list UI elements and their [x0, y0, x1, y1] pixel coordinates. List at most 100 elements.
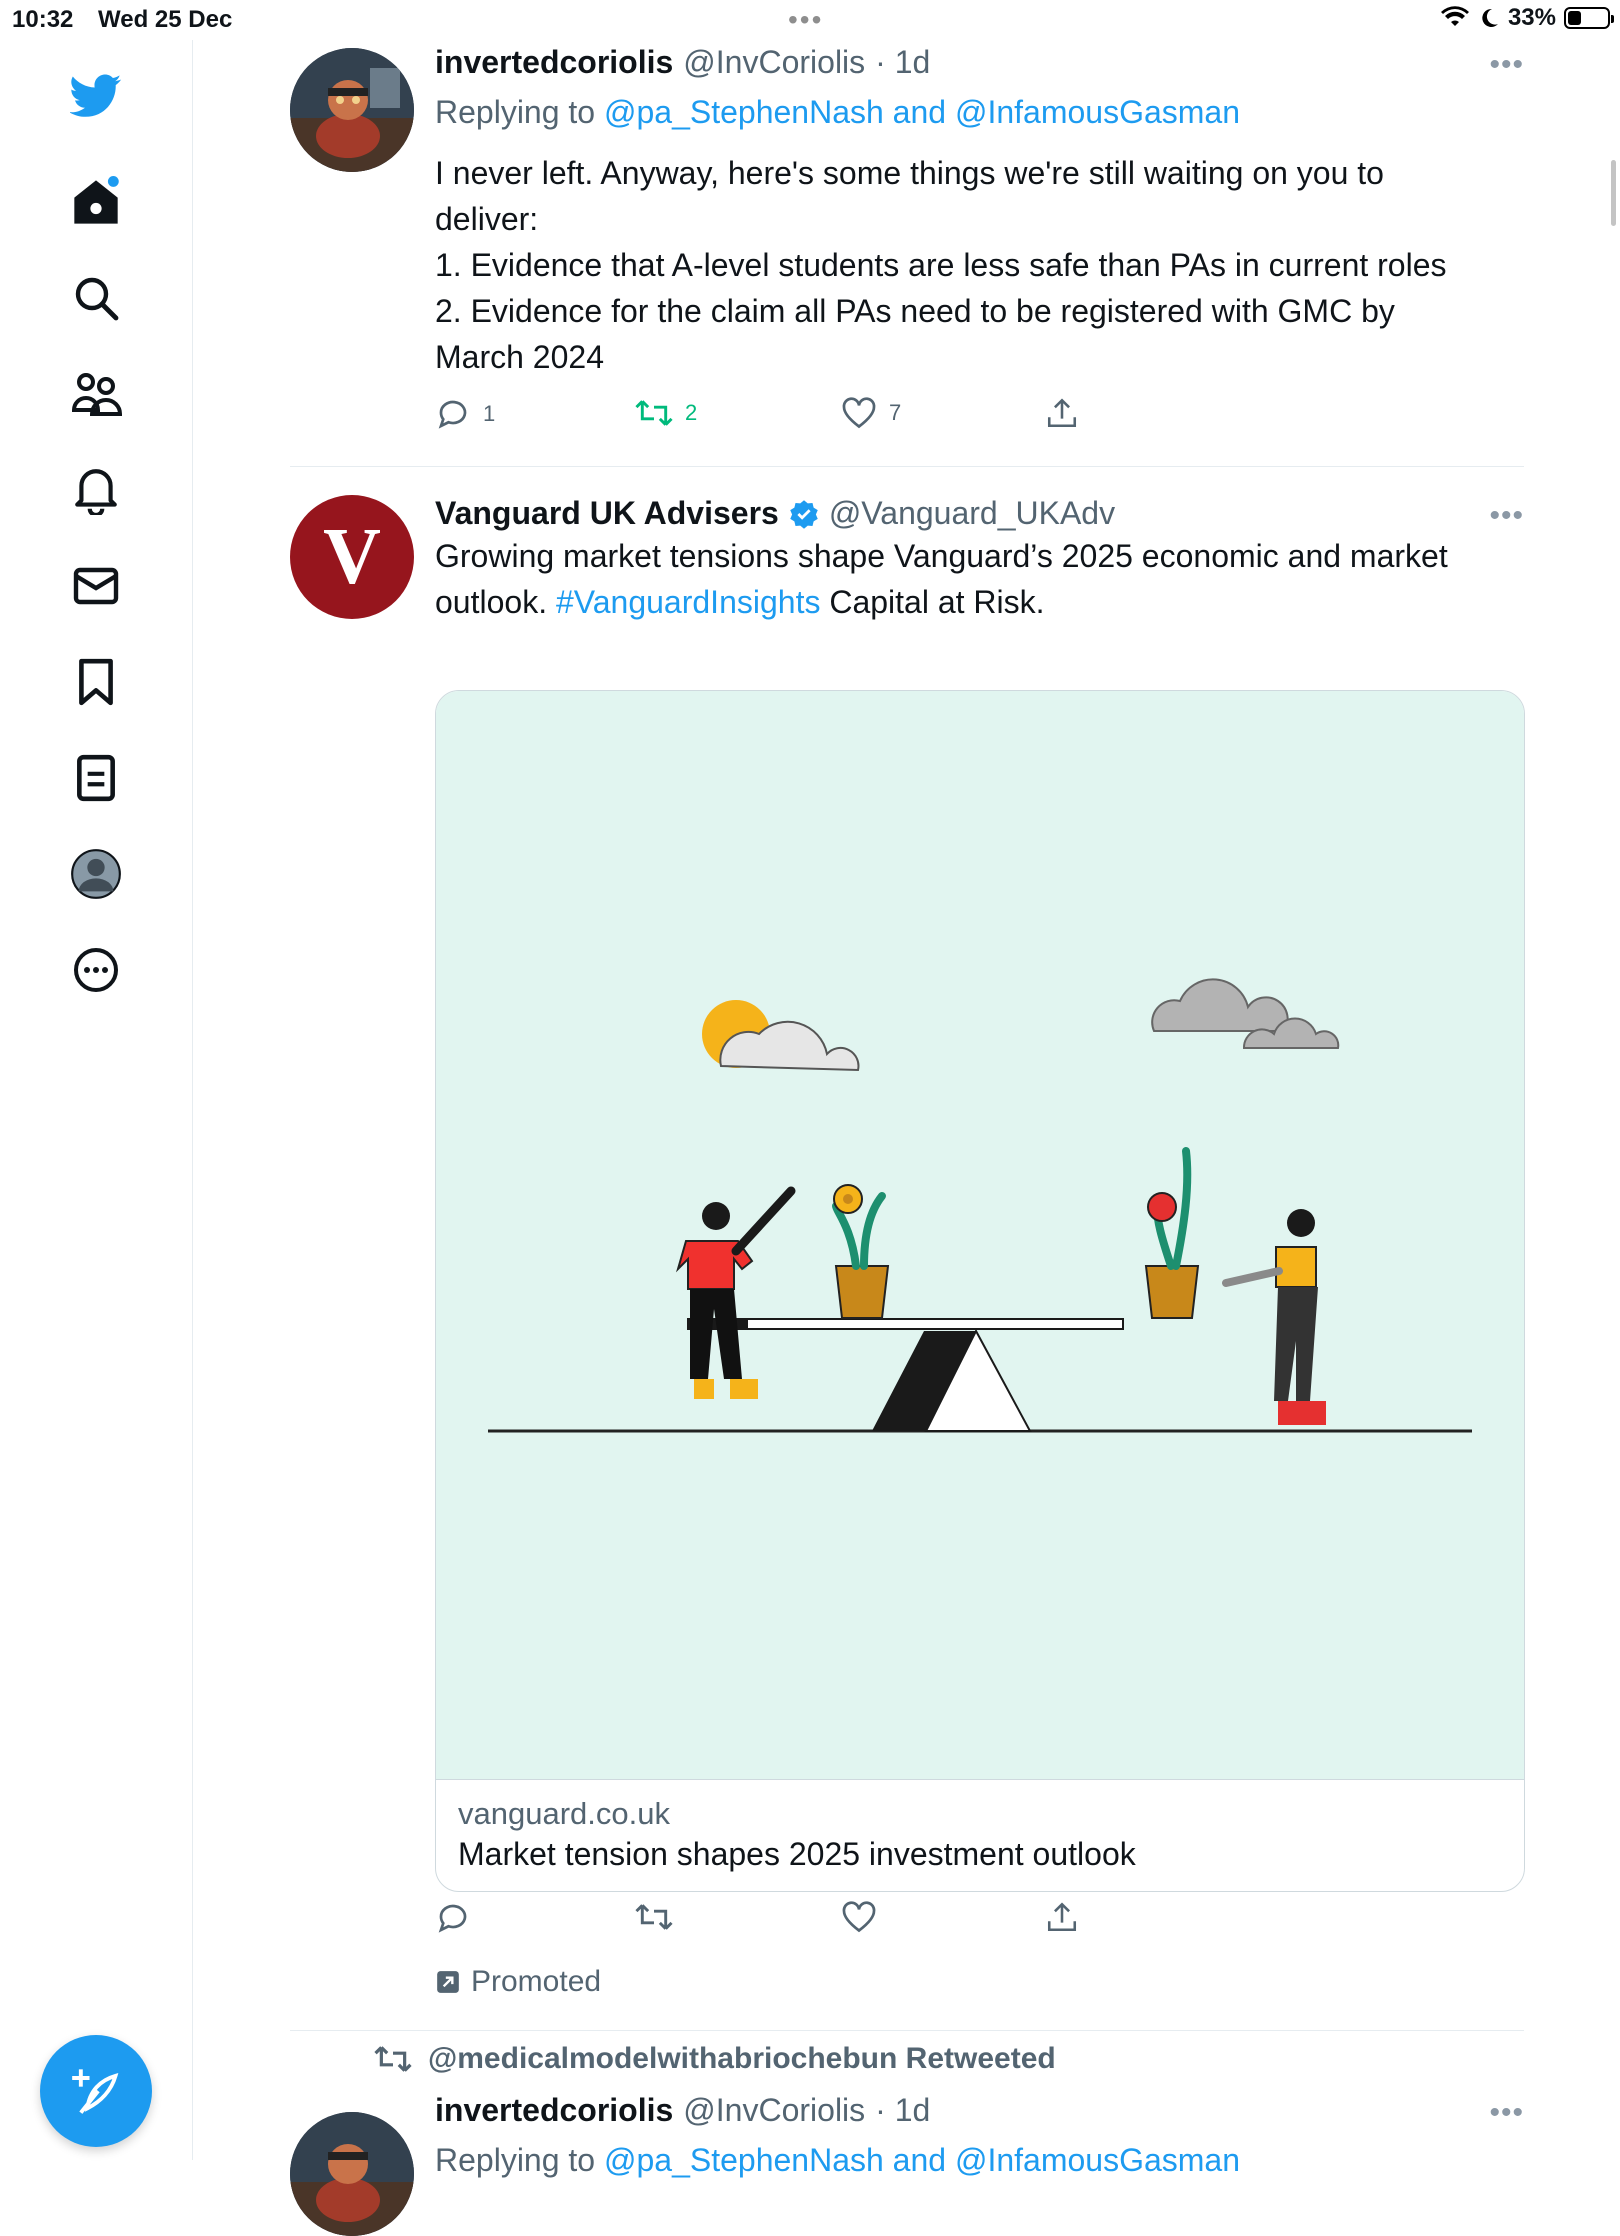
flower [1147, 1192, 1177, 1222]
people-icon[interactable] [64, 362, 128, 426]
tweet-text-part: Capital at Risk. [820, 584, 1045, 620]
more-circle-icon[interactable] [64, 938, 128, 1002]
share-icon [1047, 398, 1077, 428]
tweet-text: I never left. Anyway, here's some things… [435, 150, 1525, 380]
person-legs [1274, 1287, 1318, 1401]
reply-icon [438, 400, 467, 429]
display-name[interactable]: invertedcoriolis [435, 2092, 673, 2129]
wifi-icon [1440, 6, 1469, 26]
compose-button[interactable] [40, 2035, 152, 2147]
reply-context: Replying to @pa_StephenNash and @Infamou… [435, 94, 1240, 131]
home-icon[interactable] [64, 170, 128, 234]
tweet-text-line: March 2024 [435, 339, 604, 375]
link-card[interactable]: vanguard.co.uk Market tension shapes 202… [435, 690, 1525, 1892]
reply-prefix: Replying to [435, 2142, 596, 2178]
more-options-icon[interactable]: ••• [1489, 499, 1524, 533]
person-arm [1222, 1267, 1283, 1287]
avatar-icon[interactable] [64, 842, 128, 906]
promoted-text: Promoted [471, 1965, 602, 1998]
handle[interactable]: @Vanguard_UKAdv [829, 495, 1115, 532]
timestamp[interactable]: · 1d [875, 44, 930, 81]
heart-icon [842, 397, 876, 429]
bird-icon[interactable] [64, 64, 128, 128]
share-button[interactable] [1045, 1900, 1079, 1934]
vanguard-logo-letter: V [323, 512, 381, 601]
person-shoe [730, 1379, 758, 1399]
more-options-icon[interactable]: ••• [1489, 2096, 1524, 2130]
like-count: 7 [889, 400, 902, 425]
battery-icon [1564, 7, 1614, 29]
retweet-icon [635, 1904, 673, 1930]
list-icon[interactable] [64, 746, 128, 810]
reply-count: 1 [483, 401, 496, 426]
more-options-icon[interactable]: ••• [1489, 48, 1524, 82]
flower-center [843, 1194, 853, 1204]
retweet-button[interactable]: 2 [635, 396, 697, 430]
battery-percent: 33% [1507, 4, 1556, 31]
reply-icon [438, 1904, 467, 1933]
person-head [1287, 1209, 1315, 1237]
search-icon[interactable] [64, 266, 128, 330]
status-bar: 10:32 Wed 25 Dec ••• 33% [0, 0, 1620, 40]
avatar[interactable] [290, 48, 414, 172]
verified-badge-icon [790, 499, 818, 529]
promoted-label: Promoted [435, 1965, 601, 1999]
moon-icon [1482, 8, 1498, 27]
status-right: 33% [1440, 4, 1614, 32]
retweeted-by[interactable]: @medicalmodelwithabriochebun Retweeted [428, 2042, 1056, 2076]
share-icon [1047, 1902, 1077, 1932]
plank [687, 1318, 1124, 1330]
reply-users-link[interactable]: @pa_StephenNash and @InfamousGasman [604, 94, 1240, 130]
divider [290, 466, 1524, 467]
sidebar [0, 40, 193, 2160]
divider [290, 2030, 1524, 2031]
person-head [702, 1202, 730, 1230]
tweet-actions: 1 2 7 [435, 396, 1135, 436]
multitasking-dots-icon[interactable]: ••• [788, 4, 823, 36]
reply-context: Replying to @pa_StephenNash and @Infamou… [435, 2142, 1240, 2179]
handle[interactable]: @InvCoriolis [683, 44, 865, 81]
handle[interactable]: @InvCoriolis [683, 2092, 865, 2129]
display-name[interactable]: invertedcoriolis [435, 44, 673, 81]
card-domain: vanguard.co.uk [458, 1796, 670, 1831]
person-shoe [694, 1379, 714, 1399]
timestamp[interactable]: · 1d [875, 2092, 930, 2129]
tweet-text-line: 1. Evidence that A-level students are le… [435, 247, 1447, 283]
person-arm [731, 1186, 796, 1256]
tweet-header: Vanguard UK Advisers @Vanguard_UKAdv [435, 495, 1115, 532]
tweet-text: Growing market tensions shape Vanguard’s… [435, 533, 1525, 625]
avatar[interactable]: V [290, 495, 414, 619]
tweet-text-line: I never left. Anyway, here's some things… [435, 155, 1384, 191]
feather-plus-icon [72, 2069, 119, 2114]
like-button[interactable]: 7 [841, 396, 901, 430]
tweet-text-line: 2. Evidence for the claim all PAs need t… [435, 293, 1395, 329]
display-name[interactable]: Vanguard UK Advisers [435, 495, 779, 532]
person-shoe [1278, 1401, 1304, 1425]
scrollbar[interactable] [1611, 160, 1616, 226]
tweet-text-line-2: outlook. #VanguardInsights Capital at Ri… [435, 579, 1525, 625]
status-date: Wed 25 Dec [98, 6, 233, 33]
tweet-text-part: outlook. [435, 584, 556, 620]
like-button[interactable] [841, 1900, 877, 1934]
tweet-actions [435, 1900, 1135, 1940]
hashtag-link[interactable]: #VanguardInsights [556, 584, 820, 620]
tweet-header: invertedcoriolis @InvCoriolis · 1d [435, 44, 930, 81]
cloud-shape [1151, 978, 1289, 1032]
retweet-context: @medicalmodelwithabriochebun Retweeted [374, 2042, 1056, 2076]
bell-icon[interactable] [64, 458, 128, 522]
mail-icon[interactable] [64, 554, 128, 618]
promoted-icon [437, 1971, 459, 1993]
avatar[interactable] [290, 2112, 414, 2236]
person-shoe [1304, 1401, 1326, 1425]
retweet-button[interactable] [635, 1900, 673, 1934]
reply-button[interactable] [435, 1900, 471, 1936]
bookmark-icon[interactable] [64, 650, 128, 714]
seesaw-illustration [488, 978, 1472, 1433]
reply-users-link[interactable]: @pa_StephenNash and @InfamousGasman [604, 2142, 1240, 2178]
share-button[interactable] [1045, 396, 1079, 430]
pot [1144, 1265, 1200, 1319]
card-image[interactable] [436, 691, 1524, 1780]
tweet-text-line: deliver: [435, 201, 539, 237]
tweet-text-line: Growing market tensions shape Vanguard’s… [435, 538, 1448, 574]
reply-button[interactable]: 1 [435, 396, 495, 432]
